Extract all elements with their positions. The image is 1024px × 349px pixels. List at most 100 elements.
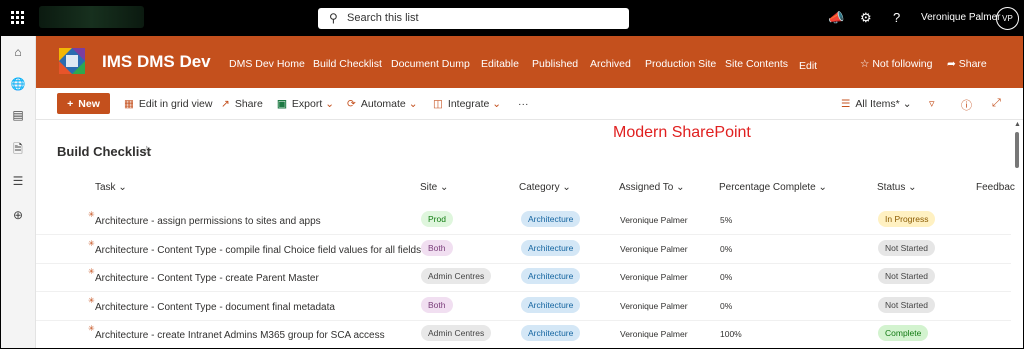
task-cell[interactable]: Architecture - create Intranet Admins M3… — [95, 330, 385, 341]
nav-link-archived[interactable]: Archived — [590, 58, 631, 70]
list-icon[interactable]: ☰ — [10, 174, 26, 188]
share-button[interactable]: ↗ Share — [221, 98, 263, 110]
user-name[interactable]: Veronique Palmer — [921, 12, 1001, 23]
help-icon[interactable]: ? — [893, 10, 900, 25]
add-circle-icon[interactable]: ⊕ — [10, 208, 26, 222]
settings-gear-icon[interactable]: ⚙ — [860, 10, 872, 26]
site-share-button[interactable]: ➦ Share — [947, 58, 987, 70]
chevron-down-icon: ⌄ — [325, 98, 335, 110]
nav-link-site-contents[interactable]: Site Contents — [725, 58, 788, 70]
news-icon[interactable]: ▤ — [10, 108, 26, 122]
new-item-icon: ✳ — [88, 324, 95, 333]
nav-link-editable[interactable]: Editable — [481, 58, 519, 70]
new-item-icon: ✳ — [88, 267, 95, 276]
edit-grid-view-label: Edit in grid view — [138, 98, 213, 110]
search-icon: ⚲ — [329, 11, 338, 25]
table-row[interactable]: ✳ Architecture - Content Type - document … — [36, 292, 1011, 321]
integrate-button[interactable]: ◫ Integrate ⌄ — [433, 98, 506, 110]
site-pill: Both — [421, 239, 453, 256]
percentage-cell: 0% — [720, 243, 733, 254]
app-launcher-icon[interactable] — [11, 11, 25, 25]
new-item-icon: ✳ — [88, 295, 95, 305]
new-button[interactable]: + New — [57, 93, 110, 114]
nav-link-build-checklist[interactable]: Build Checklist — [313, 58, 382, 70]
task-cell[interactable]: Architecture - Content Type - create Par… — [95, 273, 319, 284]
share-label: Share — [234, 98, 263, 110]
nav-link-document-dump[interactable]: Document Dump — [391, 58, 470, 70]
export-label: Export — [291, 98, 323, 110]
scrollbar-thumb[interactable] — [1015, 132, 1019, 168]
task-cell[interactable]: Architecture - Content Type - document f… — [95, 302, 335, 313]
site-title[interactable]: IMS DMS Dev — [102, 52, 211, 72]
percentage-cell: 0% — [720, 272, 733, 282]
task-cell[interactable]: Architecture - Content Type - compile fi… — [95, 245, 421, 256]
integrate-label: Integrate — [447, 98, 490, 110]
nav-link-dms-dev-home[interactable]: DMS Dev Home — [229, 58, 305, 70]
favorite-star-icon[interactable]: ☆ — [141, 143, 153, 159]
sharepoint-window: ⚲ Search this list 📣 ⚙ ? Veronique Palme… — [1, 1, 1023, 348]
share-icon: ↗ — [221, 98, 230, 110]
filter-icon[interactable]: ▿ — [929, 97, 935, 110]
chevron-down-icon: ⌄ — [492, 98, 502, 110]
view-selector[interactable]: ☰ All Items* ⌄ — [841, 98, 912, 110]
nav-edit-link[interactable]: Edit — [799, 60, 817, 72]
table-row[interactable]: ✳ Architecture - create Intranet Admins M… — [36, 320, 1011, 348]
nav-link-production-site[interactable]: Production Site — [645, 58, 716, 70]
column-header-category[interactable]: Category ⌄ — [519, 182, 571, 193]
scroll-up-icon[interactable]: ▲ — [1014, 121, 1021, 128]
category-pill: Architecture — [521, 211, 581, 227]
status-pill: In Progress — [878, 211, 936, 227]
info-icon[interactable]: ⓘ — [961, 97, 972, 113]
list-title: Build Checklist — [57, 144, 151, 159]
avatar[interactable]: VP — [996, 7, 1019, 30]
site-pill: Admin Centres — [421, 268, 492, 284]
automate-label: Automate — [360, 98, 406, 110]
search-box[interactable]: ⚲ Search this list — [318, 8, 629, 29]
assigned-to-cell: Veronique Palmer — [620, 215, 688, 225]
column-header-task[interactable]: Task ⌄ — [95, 182, 127, 193]
status-pill: Not Started — [878, 296, 935, 313]
table-row[interactable]: ✳ Architecture - assign permissions to si… — [36, 206, 1011, 235]
flow-icon: ⟳ — [347, 98, 356, 110]
assigned-to-cell: Veronique Palmer — [620, 243, 688, 254]
column-header-feedback[interactable]: Feedbac — [976, 182, 1015, 193]
site-logo-icon — [59, 48, 85, 74]
status-pill: Not Started — [878, 268, 935, 284]
chevron-down-icon: ⌄ — [676, 182, 685, 193]
globe-icon[interactable]: 🌐 — [10, 77, 26, 91]
column-header-site[interactable]: Site ⌄ — [420, 182, 448, 193]
megaphone-icon[interactable]: 📣 — [828, 10, 844, 26]
view-list-icon: ☰ — [841, 98, 851, 110]
assigned-to-cell: Veronique Palmer — [620, 272, 688, 282]
new-button-label: New — [78, 97, 100, 110]
percentage-cell: 5% — [720, 215, 733, 225]
automate-button[interactable]: ⟳ Automate ⌄ — [347, 98, 423, 110]
expand-icon[interactable]: ⤢ — [992, 97, 1001, 110]
column-header-percentage-complete[interactable]: Percentage Complete ⌄ — [719, 182, 827, 193]
chevron-down-icon: ⌄ — [908, 182, 917, 193]
column-header-assigned-to[interactable]: Assigned To ⌄ — [619, 182, 684, 193]
plus-icon: + — [67, 97, 74, 110]
integrate-icon: ◫ — [433, 98, 443, 110]
star-icon: ☆ — [860, 58, 870, 70]
task-cell[interactable]: Architecture - assign permissions to sit… — [95, 216, 321, 227]
app-bar: ⌂ 🌐 ▤ 🗎 ☰ ⊕ — [1, 36, 36, 348]
percentage-cell: 0% — [720, 300, 733, 311]
nav-link-published[interactable]: Published — [532, 58, 578, 70]
excel-icon: ▣ — [277, 98, 287, 110]
grid-icon: ▦ — [124, 98, 134, 110]
chevron-down-icon: ⌄ — [818, 182, 827, 193]
site-share-label: Share — [958, 58, 987, 70]
annotation-text: Modern SharePoint — [613, 124, 751, 141]
follow-button[interactable]: ☆ Not following — [860, 58, 932, 70]
follow-label: Not following — [872, 58, 933, 70]
table-row[interactable]: ✳ Architecture - Content Type - compile f… — [36, 235, 1011, 264]
edit-grid-view-button[interactable]: ▦ Edit in grid view — [124, 98, 212, 110]
table-row[interactable]: ✳ Architecture - Content Type - create Pa… — [36, 263, 1011, 292]
column-header-status[interactable]: Status ⌄ — [877, 182, 917, 193]
vertical-scrollbar[interactable]: ▲ — [1014, 119, 1021, 348]
document-icon[interactable]: 🗎 — [10, 140, 26, 156]
home-icon[interactable]: ⌂ — [10, 45, 26, 59]
export-button[interactable]: ▣ Export ⌄ — [277, 98, 339, 110]
more-commands-button[interactable]: ··· — [518, 98, 529, 110]
